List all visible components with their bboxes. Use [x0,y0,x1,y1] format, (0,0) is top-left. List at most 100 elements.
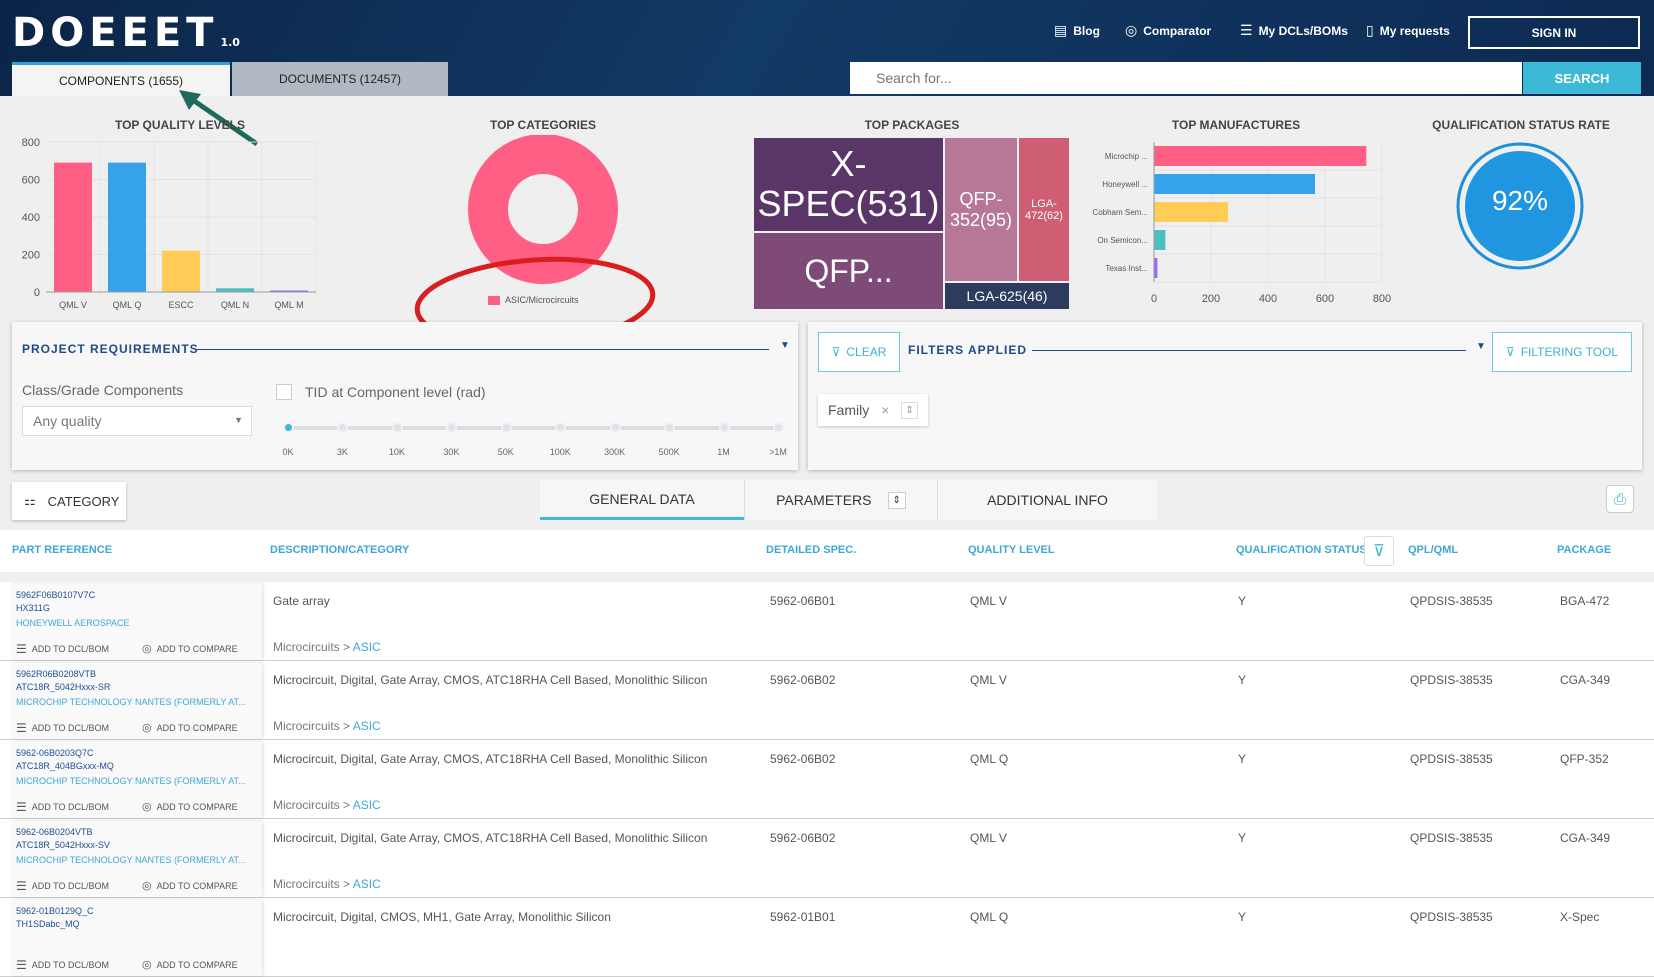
nav-blog[interactable]: ▤ Blog [1054,22,1100,39]
part-number-link[interactable]: 5962-06B0204VTB [16,827,93,837]
slider-stop[interactable] [718,422,730,433]
slider-stop[interactable] [391,422,403,433]
logo[interactable]: DOEEET 1.0 [12,10,240,56]
table-row[interactable]: 5962R06B0208VTB ATC18R_5042Hxxx-SR MICROCH… [0,661,1654,740]
add-to-compare-button[interactable]: ◎ ADD TO COMPARE [142,642,238,655]
search-input[interactable] [850,62,1522,94]
part-number-link[interactable]: 5962-01B0129Q_C [16,906,94,916]
category-path[interactable]: Microcircuits > ASIC [273,719,381,733]
add-to-dcl-button[interactable]: ☰ ADD TO DCL/BOM [16,958,109,972]
manufacturer-link[interactable]: MICROCHIP TECHNOLOGY NANTES (FORMERLY AT… [16,776,256,786]
list-add-icon: ☰ [16,879,27,893]
add-to-compare-button[interactable]: ◎ ADD TO COMPARE [142,721,238,734]
clear-filters-button[interactable]: ⊽ CLEAR [818,332,900,372]
col-part-reference[interactable]: PART REFERENCE [12,544,112,556]
part-alt-number[interactable]: ATC18R_404BGxxx-MQ [16,761,114,771]
part-alt-number[interactable]: HX311G [16,603,50,613]
table-row[interactable]: 5962-01B0129Q_C TH1SDabc_MQ ☰ ADD TO DCL/BO… [0,898,1654,977]
bar-manufacturer[interactable] [1154,230,1166,250]
slider-tick-label: 100K [549,447,571,457]
part-number-link[interactable]: 5962R06B0208VTB [16,669,96,679]
table-row[interactable]: 5962-06B0203Q7C ATC18R_404BGxxx-MQ MICROCH… [0,740,1654,819]
category-path[interactable]: Microcircuits > ASIC [273,640,381,654]
search-button[interactable]: SEARCH [1523,62,1641,94]
slider-stop[interactable] [773,422,784,433]
treemap-cell-lga625[interactable]: LGA-625(46) [945,283,1069,309]
x-tick-label: QML Q [113,300,142,310]
bar-manufacturer[interactable] [1154,146,1367,166]
nav-my-requests[interactable]: ▯ My requests [1366,22,1450,39]
add-to-dcl-button[interactable]: ☰ ADD TO DCL/BOM [16,642,109,656]
bar-manufacturer[interactable] [1154,202,1229,222]
filtering-tool-button[interactable]: ⊽ FILTERING TOOL [1492,332,1632,372]
tab-parameters[interactable]: PARAMETERS ⇕ [744,480,937,520]
col-qpl-qml[interactable]: QPL/QML [1408,544,1458,556]
part-alt-number[interactable]: ATC18R_5042Hxxx-SV [16,840,110,850]
category-button[interactable]: ⚏ CATEGORY [12,482,126,520]
slider-stop[interactable] [337,422,349,433]
category-path[interactable]: Microcircuits > ASIC [273,877,381,891]
filter-chip-family[interactable]: Family × ⇕ [818,394,928,426]
package-cell: BGA-472 [1560,594,1610,608]
part-number-link[interactable]: 5962-06B0203Q7C [16,748,94,758]
filter-icon[interactable]: ⊽ [1364,536,1394,566]
tab-additional-info[interactable]: ADDITIONAL INFO [937,480,1157,520]
slider-stop[interactable] [555,422,567,433]
sort-icon[interactable]: ⇕ [901,401,918,419]
nav-my-dcls-boms[interactable]: ☰ My DCLs/BOMs [1240,22,1348,39]
tid-checkbox[interactable] [276,384,292,400]
y-tick-label: 600 [22,175,40,187]
bar-manufacturer[interactable] [1154,174,1316,194]
treemap-cell-xspec[interactable]: X-SPEC(531) [754,138,943,231]
print-icon[interactable]: ⎙ [1606,485,1634,513]
slider-stop[interactable] [609,422,621,433]
bar-manufacturer[interactable] [1154,258,1158,278]
manufacturer-link[interactable]: MICROCHIP TECHNOLOGY NANTES (FORMERLY AT… [16,697,256,707]
slider-tick-label: 10K [388,447,405,457]
collapse-chevron-icon[interactable]: ▼ [780,340,790,351]
treemap-cell-lga472[interactable]: LGA-472(62) [1019,138,1069,281]
compare-icon: ◎ [142,722,152,734]
slider-stop[interactable] [283,422,294,433]
table-row[interactable]: 5962F06B0107V7C HX311G HONEYWELL AEROSPACE… [0,582,1654,661]
bar-escc[interactable] [162,250,200,292]
part-number-link[interactable]: 5962F06B0107V7C [16,590,95,600]
bar-qml-q[interactable] [108,162,146,292]
slider-tick-label: 0K [282,447,294,457]
add-to-compare-button[interactable]: ◎ ADD TO COMPARE [142,800,238,813]
col-package[interactable]: PACKAGE [1557,544,1611,556]
add-to-dcl-button[interactable]: ☰ ADD TO DCL/BOM [16,879,109,893]
slider-stop[interactable] [500,422,512,433]
treemap-cell-qfp352[interactable]: QFP-352(95) [945,138,1017,281]
sort-icon[interactable]: ⇕ [887,491,906,509]
nav-comparator[interactable]: ◎ Comparator [1125,22,1211,39]
tid-slider[interactable]: 0K 3K 10K 30K 50K 100K 300K 500K 1M >1M [276,417,787,457]
manufacturer-link[interactable]: HONEYWELL AEROSPACE [16,618,256,628]
add-to-compare-button[interactable]: ◎ ADD TO COMPARE [142,879,238,892]
bar-qml-v[interactable] [54,162,92,292]
slider-stop[interactable] [446,422,458,433]
collapse-chevron-icon[interactable]: ▼ [1476,341,1486,352]
part-alt-number[interactable]: TH1SDabc_MQ [16,919,80,929]
sign-in-button[interactable]: SIGN IN [1468,16,1640,49]
slider-stop[interactable] [664,422,676,433]
add-to-dcl-button[interactable]: ☰ ADD TO DCL/BOM [16,800,109,814]
close-icon[interactable]: × [881,402,889,418]
list-add-icon: ☰ [16,958,27,972]
bar-qml-n[interactable] [216,288,254,292]
add-to-compare-button[interactable]: ◎ ADD TO COMPARE [142,958,238,971]
col-qualification-status[interactable]: QUALIFICATION STATUS [1236,544,1367,556]
tab-general-data[interactable]: GENERAL DATA [540,480,744,520]
add-to-dcl-button[interactable]: ☰ ADD TO DCL/BOM [16,721,109,735]
col-description[interactable]: DESCRIPTION/CATEGORY [270,544,409,556]
quality-select[interactable]: Any quality ▼ [22,406,252,436]
slider-tick-label: 50K [497,447,514,457]
col-detailed-spec[interactable]: DETAILED SPEC. [766,544,856,556]
col-quality-level[interactable]: QUALITY LEVEL [968,544,1055,556]
category-path[interactable]: Microcircuits > ASIC [273,798,381,812]
table-row[interactable]: 5962-06B0204VTB ATC18R_5042Hxxx-SV MICROCH… [0,819,1654,898]
treemap-cell-qfp[interactable]: QFP... [754,233,943,309]
slider-track[interactable] [288,426,778,430]
part-alt-number[interactable]: ATC18R_5042Hxxx-SR [16,682,110,692]
manufacturer-link[interactable]: MICROCHIP TECHNOLOGY NANTES (FORMERLY AT… [16,855,256,865]
